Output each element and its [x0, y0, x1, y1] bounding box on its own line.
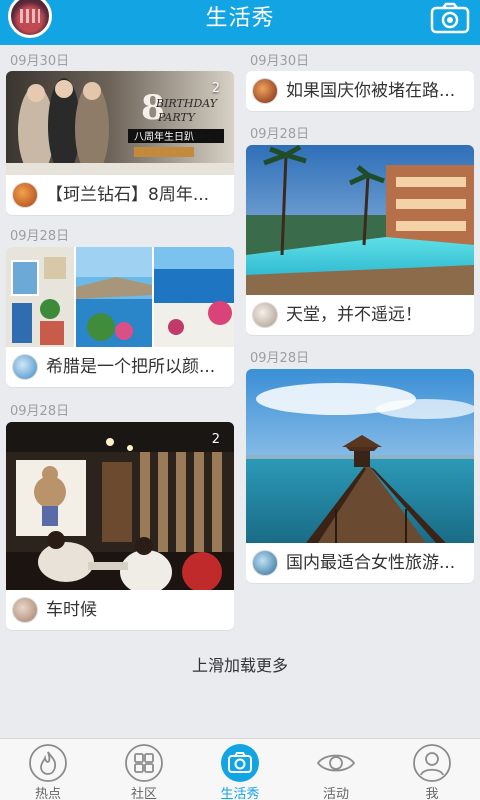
camera-icon[interactable]	[430, 2, 470, 34]
author-avatar	[12, 597, 38, 623]
tab-life-show[interactable]: 生活秀	[192, 743, 288, 800]
load-more-hint[interactable]: 上滑加载更多	[0, 652, 480, 676]
post-image-kela-party[interactable]: 8 BIRTHDAY PARTY 八周年生日趴 2	[6, 71, 234, 175]
post-card-female-travel[interactable]: 国内最适合女性旅游...	[246, 369, 474, 583]
post-image-resort-pool[interactable]	[246, 145, 474, 295]
flame-icon	[29, 744, 67, 782]
svg-text:BIRTHDAY: BIRTHDAY	[155, 97, 219, 110]
camera-icon	[221, 744, 259, 782]
post-title: 希腊是一个把所以颜...	[46, 357, 216, 377]
post-card-restaurant[interactable]: 2 车时候	[6, 422, 234, 630]
post-card-greece[interactable]: 希腊是一个把所以颜...	[6, 247, 234, 387]
post-date: 09月28日	[10, 229, 70, 244]
tab-me[interactable]: 我	[384, 743, 480, 800]
tab-label: 活动	[322, 787, 349, 800]
post-title: 【珂兰钻石】8周年...	[46, 185, 210, 205]
post-card-kela[interactable]: 8 BIRTHDAY PARTY 八周年生日趴 2 【珂兰钻石】8周年...	[6, 71, 234, 215]
eye-icon	[316, 754, 356, 772]
post-title: 如果国庆你被堵在路...	[286, 81, 456, 101]
post-title: 天堂，并不遥远！	[286, 305, 422, 325]
post-date: 09月30日	[250, 54, 310, 69]
author-avatar	[252, 78, 278, 104]
post-title: 车时候	[46, 600, 97, 620]
tab-label: 我	[425, 787, 439, 800]
tab-activities[interactable]: 活动	[288, 743, 384, 800]
tab-label: 生活秀	[220, 787, 260, 800]
bottom-tab-bar: 热点 社区 生活秀 活动 我	[0, 738, 480, 800]
author-avatar	[12, 354, 38, 380]
tab-label: 热点	[34, 787, 61, 800]
tab-hot[interactable]: 热点	[0, 743, 96, 800]
tab-label: 社区	[130, 787, 157, 800]
author-avatar	[252, 550, 278, 576]
post-date: 09月28日	[250, 351, 310, 366]
page-title: 生活秀	[205, 6, 275, 31]
post-image-sea-pier[interactable]	[246, 369, 474, 543]
app-header: 生活秀	[0, 0, 480, 45]
author-avatar	[12, 182, 38, 208]
grid-icon	[125, 744, 163, 782]
post-date: 09月30日	[10, 54, 70, 69]
post-card-national-day[interactable]: 如果国庆你被堵在路...	[246, 71, 474, 111]
author-avatar	[252, 302, 278, 328]
image-count-badge: 2	[211, 432, 220, 447]
image-count-badge: 2	[211, 81, 220, 96]
post-date: 09月28日	[250, 127, 310, 142]
person-icon	[413, 744, 451, 782]
post-title: 国内最适合女性旅游...	[286, 553, 456, 573]
svg-text:PARTY: PARTY	[157, 111, 197, 124]
post-card-paradise[interactable]: 天堂，并不遥远！	[246, 145, 474, 335]
svg-text:八周年生日趴: 八周年生日趴	[134, 130, 194, 143]
post-image-greece-collage[interactable]	[6, 247, 234, 347]
tab-community[interactable]: 社区	[96, 743, 192, 800]
post-date: 09月28日	[10, 404, 70, 419]
post-image-restaurant[interactable]: 2	[6, 422, 234, 590]
